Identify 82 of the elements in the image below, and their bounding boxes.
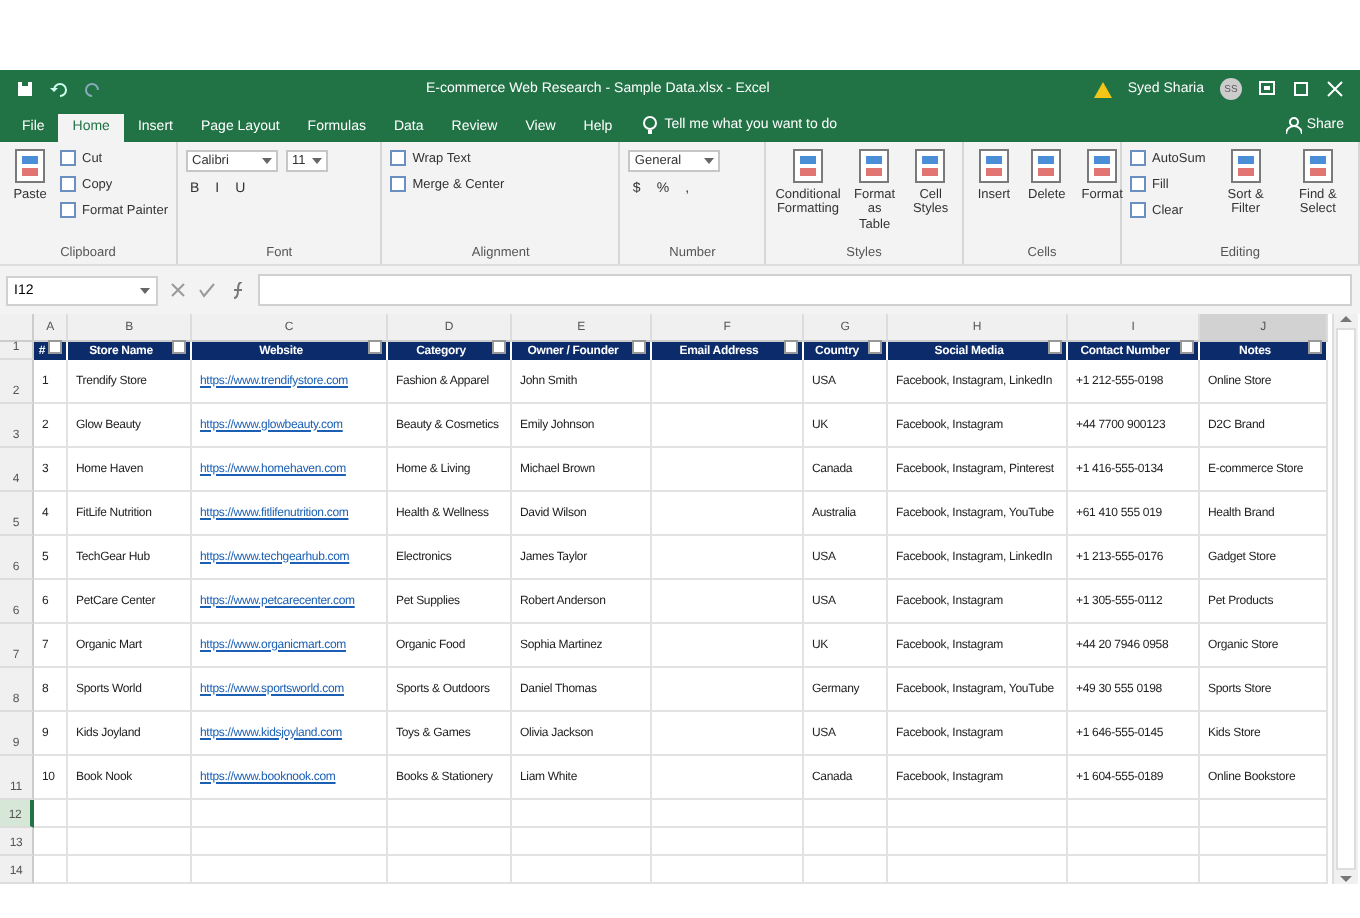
redo-icon	[84, 80, 102, 98]
empty-cell[interactable]	[652, 712, 804, 756]
empty-cell[interactable]	[652, 668, 804, 712]
ribbon-display-icon	[1258, 80, 1276, 98]
square-icon	[1130, 176, 1146, 192]
scroll-down-icon	[1340, 874, 1352, 884]
document-icon	[856, 148, 893, 184]
empty-cell[interactable]	[512, 828, 652, 856]
document-icon	[1299, 148, 1336, 184]
empty-cell[interactable]	[68, 828, 192, 856]
filter-button[interactable]	[1048, 340, 1062, 354]
filter-button[interactable]	[172, 340, 186, 354]
document-icon	[1227, 148, 1264, 184]
empty-cell[interactable]	[388, 828, 512, 856]
document-icon	[1028, 148, 1065, 184]
warning-icon	[1093, 81, 1112, 97]
empty-cell[interactable]	[68, 856, 192, 884]
check-icon	[198, 282, 216, 298]
empty-cell[interactable]	[1200, 856, 1328, 884]
empty-cell[interactable]	[652, 448, 804, 492]
lightbulb-icon	[642, 116, 659, 134]
empty-cell[interactable]	[1200, 828, 1328, 856]
empty-cell[interactable]	[652, 828, 804, 856]
filter-button[interactable]	[868, 340, 882, 354]
person-icon	[1286, 116, 1303, 134]
undo-icon	[50, 80, 68, 98]
square-icon	[60, 176, 76, 192]
document-icon	[12, 148, 48, 184]
document-icon	[1084, 148, 1121, 184]
empty-cell[interactable]	[1068, 800, 1200, 828]
empty-cell[interactable]	[888, 800, 1068, 828]
square-icon	[1130, 202, 1146, 218]
cancel-icon	[170, 282, 186, 298]
empty-cell[interactable]	[1200, 800, 1328, 828]
empty-cell[interactable]	[192, 828, 388, 856]
select-all-corner[interactable]	[0, 314, 34, 342]
caret-icon	[311, 158, 322, 164]
filter-button[interactable]	[492, 340, 506, 354]
empty-cell[interactable]	[652, 492, 804, 536]
caret-icon	[704, 158, 715, 164]
empty-cell[interactable]	[192, 856, 388, 884]
empty-cell[interactable]	[1068, 828, 1200, 856]
empty-cell[interactable]	[68, 800, 192, 828]
empty-cell[interactable]	[512, 856, 652, 884]
empty-cell[interactable]	[388, 800, 512, 828]
filter-button[interactable]	[784, 340, 798, 354]
square-icon	[60, 150, 76, 166]
caret-icon	[140, 287, 150, 293]
empty-cell[interactable]	[888, 856, 1068, 884]
empty-cell[interactable]	[652, 404, 804, 448]
empty-cell[interactable]	[804, 828, 888, 856]
square-icon	[390, 176, 407, 192]
filter-button[interactable]	[368, 340, 382, 354]
empty-cell[interactable]	[652, 800, 804, 828]
square-icon	[390, 150, 407, 166]
empty-cell[interactable]	[888, 828, 1068, 856]
filter-button[interactable]	[632, 340, 646, 354]
caret-icon	[262, 158, 272, 164]
empty-cell[interactable]	[804, 856, 888, 884]
function-icon	[228, 281, 246, 299]
save-icon	[16, 80, 34, 98]
document-icon	[976, 148, 1012, 184]
empty-cell[interactable]	[1068, 856, 1200, 884]
empty-cell[interactable]	[652, 856, 804, 884]
empty-cell[interactable]	[652, 580, 804, 624]
empty-cell[interactable]	[652, 536, 804, 580]
square-icon	[60, 202, 76, 218]
empty-cell[interactable]	[652, 624, 804, 668]
empty-cell[interactable]	[804, 800, 888, 828]
empty-cell[interactable]	[512, 800, 652, 828]
empty-cell[interactable]	[192, 800, 388, 828]
empty-cell[interactable]	[388, 856, 512, 884]
square-icon	[1130, 150, 1146, 166]
filter-button[interactable]	[1180, 340, 1194, 354]
empty-cell[interactable]	[652, 360, 804, 404]
empty-cell[interactable]	[652, 756, 804, 800]
document-icon	[912, 148, 949, 184]
close-icon	[1326, 80, 1344, 98]
filter-button[interactable]	[48, 340, 62, 354]
maximize-icon	[1292, 80, 1310, 98]
filter-button[interactable]	[1308, 340, 1322, 354]
document-icon	[790, 148, 826, 184]
